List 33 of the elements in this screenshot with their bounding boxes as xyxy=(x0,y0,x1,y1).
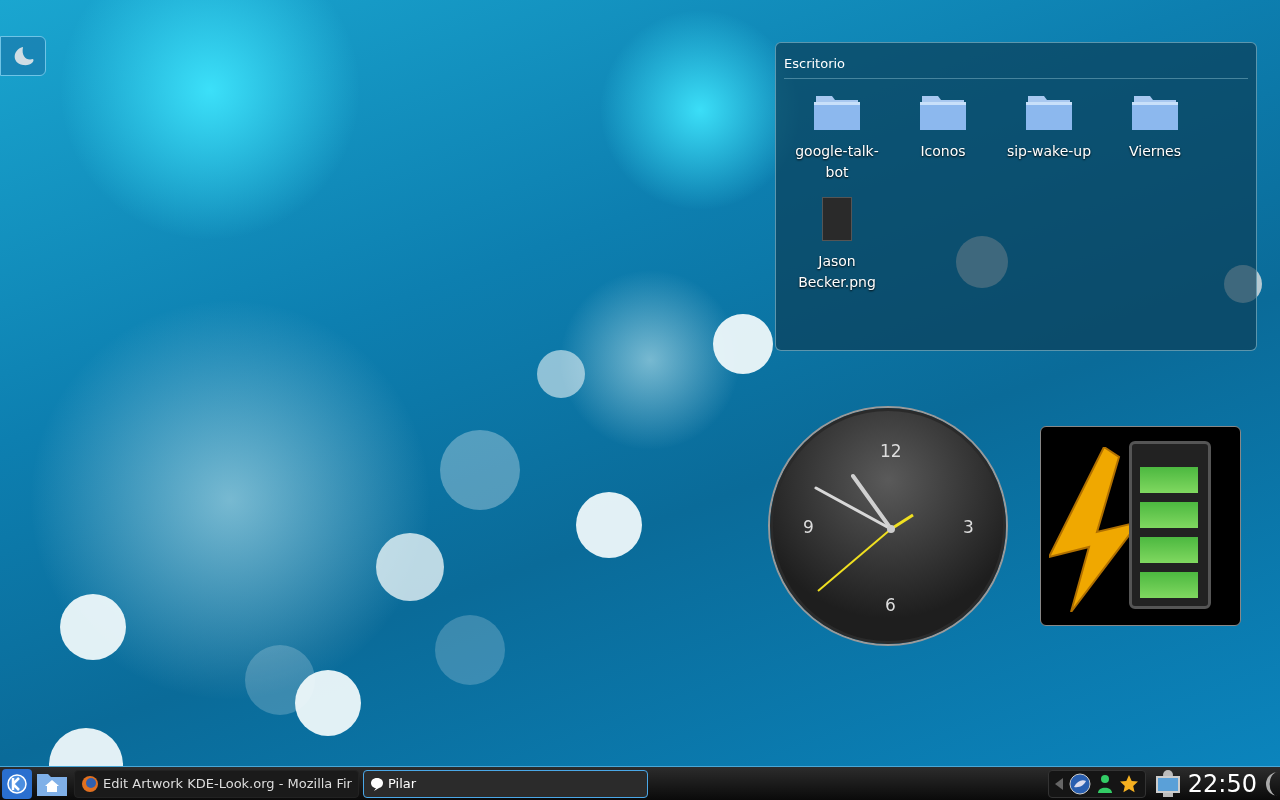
bokeh-circle xyxy=(537,350,585,398)
bokeh-circle xyxy=(576,492,642,558)
digital-clock[interactable]: 22:50 xyxy=(1183,765,1261,800)
speech-bubble-icon xyxy=(370,776,384,791)
application-menu-button[interactable] xyxy=(2,768,32,799)
star-icon[interactable] xyxy=(1118,773,1139,794)
file-label[interactable]: Iconos xyxy=(898,140,988,162)
triangle-icon[interactable] xyxy=(1054,777,1063,790)
image-thumbnail[interactable] xyxy=(822,196,852,241)
bokeh-circle xyxy=(245,645,315,715)
bokeh-circle xyxy=(435,615,505,685)
clock-numeral: 6 xyxy=(885,594,896,617)
globe-icon xyxy=(81,774,99,793)
globe-icon[interactable] xyxy=(1068,772,1091,795)
battery-icon xyxy=(1129,441,1211,609)
launcher-icon[interactable] xyxy=(0,36,46,76)
clock-numeral: 12 xyxy=(880,440,902,463)
crescent-icon[interactable] xyxy=(1264,769,1278,798)
task-button[interactable]: Pilar xyxy=(363,769,648,798)
monitor-icon[interactable] xyxy=(1154,769,1181,798)
bokeh-circle xyxy=(713,314,773,374)
file-label[interactable]: Viernes xyxy=(1110,140,1200,162)
file-label[interactable]: Jason Becker.png xyxy=(792,250,882,293)
file-label[interactable]: sip-wake-up xyxy=(1004,140,1094,162)
panel-title: Escritorio xyxy=(784,47,1248,79)
bokeh-circle xyxy=(60,594,126,660)
task-button[interactable]: Edit Artwork KDE-Look.org - Mozilla Fir xyxy=(74,769,359,798)
bokeh-circle xyxy=(295,670,361,736)
person-icon[interactable] xyxy=(1096,773,1113,794)
clock-numeral: 9 xyxy=(803,516,814,539)
bokeh-circle xyxy=(376,533,444,601)
file-label[interactable]: google-talk-bot xyxy=(792,140,882,183)
clock-numeral: 3 xyxy=(963,516,974,539)
